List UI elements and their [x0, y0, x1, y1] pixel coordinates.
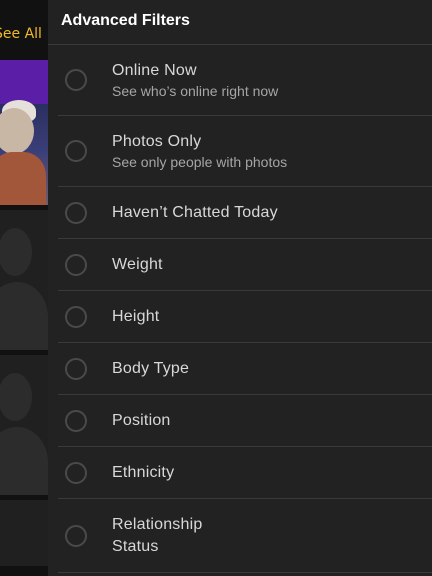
- filter-body-type[interactable]: Body Type: [58, 343, 432, 395]
- filter-relationship-status[interactable]: Relationship Status: [58, 499, 432, 573]
- avatar-placeholder-head: [0, 228, 32, 276]
- filter-label: Haven’t Chatted Today: [112, 203, 278, 221]
- filter-height[interactable]: Height: [58, 291, 432, 343]
- filter-label: Online Now: [112, 61, 197, 79]
- profile-placeholder[interactable]: [0, 210, 48, 350]
- background-page: See All: [0, 0, 48, 576]
- radio-button[interactable]: [65, 524, 87, 547]
- filter-photos-only[interactable]: Photos Only See only people with photos: [58, 116, 432, 187]
- radio-button[interactable]: [65, 305, 87, 328]
- radio-button[interactable]: [65, 461, 87, 484]
- filter-label: Height: [112, 307, 160, 325]
- avatar-placeholder-head: [0, 373, 32, 421]
- filter-label: Weight: [112, 255, 163, 273]
- see-all-link[interactable]: See All: [0, 26, 48, 42]
- filter-label: Ethnicity: [112, 463, 175, 481]
- radio-button[interactable]: [65, 201, 87, 224]
- filter-label: Position: [112, 411, 171, 429]
- filter-havent-chatted-today[interactable]: Haven’t Chatted Today: [58, 187, 432, 239]
- radio-button[interactable]: [65, 140, 87, 162]
- filter-description: See who’s online right now: [112, 82, 279, 99]
- filter-weight[interactable]: Weight: [58, 239, 432, 291]
- photo-body: [0, 152, 46, 205]
- filter-label: Photos Only: [112, 132, 202, 150]
- radio-button[interactable]: [65, 409, 87, 432]
- profile-placeholder[interactable]: [0, 355, 48, 495]
- advanced-filters-drawer: Advanced Filters Online Now See who’s on…: [48, 0, 432, 576]
- filter-list: Online Now See who’s online right now Ph…: [48, 45, 432, 573]
- radio-button[interactable]: [65, 253, 87, 276]
- filter-online-now[interactable]: Online Now See who’s online right now: [58, 45, 432, 116]
- drawer-title: Advanced Filters: [61, 12, 190, 29]
- drawer-header: Advanced Filters: [48, 0, 432, 45]
- radio-button[interactable]: [65, 69, 87, 91]
- filter-ethnicity[interactable]: Ethnicity: [58, 447, 432, 499]
- app-root: See All Advanced Filters Online Now: [0, 0, 432, 576]
- avatar-placeholder-shoulders: [0, 282, 48, 350]
- profile-placeholder[interactable]: [0, 500, 48, 566]
- filter-label: Relationship Status: [112, 515, 203, 555]
- profile-photo-thumbnail[interactable]: [0, 60, 48, 205]
- filter-position[interactable]: Position: [58, 395, 432, 447]
- filter-label: Body Type: [112, 359, 190, 377]
- radio-button[interactable]: [65, 357, 87, 380]
- avatar-placeholder-shoulders: [0, 427, 48, 495]
- filter-description: See only people with photos: [112, 153, 288, 170]
